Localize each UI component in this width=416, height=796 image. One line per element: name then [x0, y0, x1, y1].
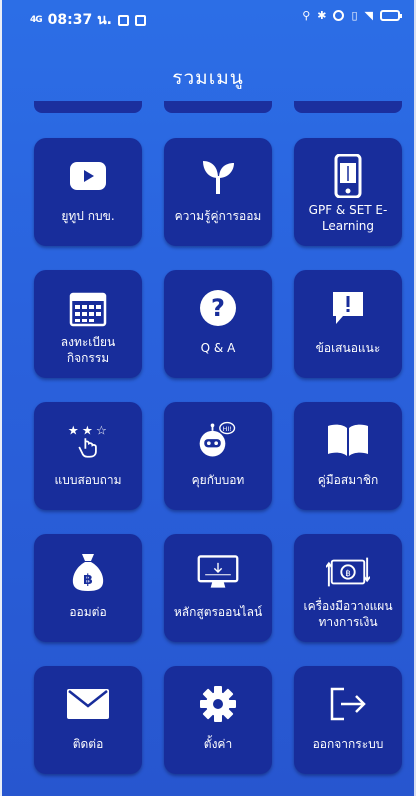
menu-label: คุยกับบอท	[191, 473, 245, 487]
financial-tool-icon: ฿	[326, 550, 370, 594]
menu-label: Q & A	[200, 341, 236, 355]
scrolled-tile-partial[interactable]	[294, 101, 402, 113]
app-screen: 4G 08:37 น. ⚲ ✱ ▯ ◥ รวมเมนู ยูทูป กบข. ค…	[0, 0, 416, 796]
menu-label: ติดต่อ	[72, 737, 104, 751]
menu-saving-knowledge[interactable]: ความรู้คู่การออม	[164, 138, 272, 246]
status-time: 08:37 น.	[47, 12, 112, 28]
svg-text:★: ★	[82, 424, 93, 438]
money-bag-icon: ฿	[66, 550, 110, 594]
sprout-icon	[196, 154, 240, 198]
scrolled-tile-partial[interactable]	[34, 101, 142, 113]
svg-text:฿: ฿	[83, 572, 93, 588]
svg-text:฿: ฿	[345, 569, 350, 579]
menu-survey[interactable]: ★ ★ ☆ แบบสอบถาม	[34, 402, 142, 510]
page-title: รวมเมนู	[172, 67, 244, 89]
robot-icon: HI!	[196, 418, 240, 462]
mail-icon	[66, 682, 110, 726]
menu-chatbot[interactable]: HI! คุยกับบอท	[164, 402, 272, 510]
menu-label: คู่มือสมาชิก	[317, 473, 379, 487]
battery-icon	[380, 10, 402, 21]
network-indicator: 4G	[30, 15, 43, 25]
menu-event-registration[interactable]: ลงทะเบียน กิจกรรม	[34, 270, 142, 378]
vibrate-icon: ▯	[351, 9, 358, 22]
menu-contact[interactable]: ติดต่อ	[34, 666, 142, 774]
calendar-notification-icon	[134, 14, 146, 26]
menu-label: ความรู้คู่การออม	[174, 209, 262, 223]
menu-qa[interactable]: ? Q & A	[164, 270, 272, 378]
svg-text:★: ★	[68, 424, 79, 438]
feedback-icon	[326, 286, 370, 330]
menu-label: หลักสูตรออนไลน์	[173, 605, 263, 619]
notification-icon	[117, 14, 129, 26]
rating-stars-icon: ★ ★ ☆	[66, 418, 110, 462]
menu-label: ข้อเสนอแนะ	[315, 341, 381, 355]
gear-icon	[196, 682, 240, 726]
menu-label: ลงทะเบียน กิจกรรม	[60, 335, 116, 365]
menu-label: ตั้งค่า	[203, 737, 233, 751]
menu-label: ยูทูป กบข.	[61, 209, 115, 223]
monitor-icon	[196, 550, 240, 594]
menu-youtube[interactable]: ยูทูป กบข.	[34, 138, 142, 246]
menu-label: แบบสอบถาม	[54, 473, 122, 487]
menu-label: GPF & SET E-Learning	[308, 203, 388, 233]
wifi-icon: ◥	[364, 9, 373, 22]
svg-text:HI!: HI!	[223, 425, 232, 433]
menu-logout[interactable]: ออกจากระบบ	[294, 666, 402, 774]
menu-label: ออกจากระบบ	[312, 737, 384, 751]
status-bar: 4G 08:37 น. ⚲ ✱ ▯ ◥	[2, 0, 414, 30]
menu-online-courses[interactable]: หลักสูตรออนไลน์	[164, 534, 272, 642]
alarm-icon	[333, 10, 345, 21]
svg-text:☆: ☆	[96, 424, 107, 438]
youtube-icon	[66, 154, 110, 198]
menu-settings[interactable]: ตั้งค่า	[164, 666, 272, 774]
menu-member-handbook[interactable]: คู่มือสมาชิก	[294, 402, 402, 510]
scrolled-tile-partial[interactable]	[164, 101, 272, 113]
svg-text:?: ?	[211, 294, 225, 322]
calendar-icon	[66, 286, 110, 330]
menu-label: เครื่องมือวางแผน ทางการเงิน	[303, 599, 393, 629]
bluetooth-icon: ✱	[317, 9, 327, 22]
book-icon	[326, 418, 370, 462]
question-icon: ?	[196, 286, 240, 330]
menu-feedback[interactable]: ข้อเสนอแนะ	[294, 270, 402, 378]
menu-label: ออมต่อ	[69, 605, 107, 619]
phone-book-icon	[326, 154, 370, 198]
menu-elearning[interactable]: GPF & SET E-Learning	[294, 138, 402, 246]
logout-icon	[326, 682, 370, 726]
location-icon: ⚲	[302, 9, 311, 22]
menu-financial-planner[interactable]: ฿ เครื่องมือวางแผน ทางการเงิน	[294, 534, 402, 642]
menu-continue-saving[interactable]: ฿ ออมต่อ	[34, 534, 142, 642]
